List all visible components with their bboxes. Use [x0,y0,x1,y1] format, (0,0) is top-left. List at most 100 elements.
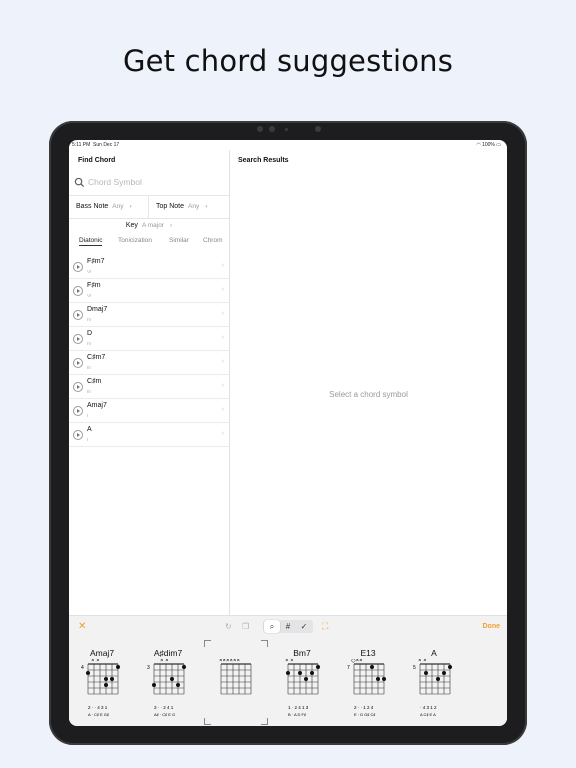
list-item[interactable]: Amaj7 I › [69,399,229,423]
chevron-right-icon: › [221,286,224,293]
suggestion-tabs: Diatonic Tonicization Similar Chrom [69,237,229,249]
list-item[interactable]: C♯m III › [69,375,229,399]
play-icon[interactable] [73,382,83,392]
chord-diagram-name: A [431,648,437,658]
search-bar[interactable]: Chord Symbol [74,176,224,190]
fingering: · 4 3 1 2 [420,705,437,710]
close-icon[interactable]: ✕ [78,621,86,632]
chord-diagram[interactable]: Bm7 × × 1 · 2 4 1 3 B · A D F♯ [279,648,325,721]
fingering: 3 · · 2 4 1 [154,705,174,710]
chord-diagram-empty[interactable]: ×××××× [212,648,258,721]
empty-state-text: Select a chord symbol [329,390,408,399]
chord-name: F♯m [87,282,101,289]
search-input[interactable]: Chord Symbol [88,177,142,187]
list-item[interactable]: D IV › [69,327,229,351]
chevron-right-icon: › [221,262,224,269]
key-value: A major [141,222,164,229]
svg-text:× ×: × × [418,659,427,664]
app-screen: 5:11 PM Sun Dec 17 ◠ 100% ▭ Find Chord C… [69,140,507,726]
chord-diagram-name: A♯dim7 [153,648,183,658]
chord-list: F♯m7 VI › F♯m VI › Dmaj7 IV › D IV › C♯m7 III › C♯… [69,255,229,447]
chord-tray: ✕ ↻ ❐ ⌕ # ✓ ⛶ Done Amaj7 4 × × 2 · · 4 3… [69,615,507,726]
play-icon[interactable] [73,406,83,416]
top-note-label: Top Note [156,203,185,210]
headline: Get chord suggestions [122,44,454,78]
chord-degree: IV [87,317,92,322]
fretboard: 3 × × 3 · · 2 4 1 A♯ · C♯ E G [147,659,186,717]
sidebar-title: Find Chord [78,157,116,164]
play-icon[interactable] [73,262,83,272]
svg-text:◇××: ◇×× [351,659,363,664]
divider [148,196,149,218]
chevron-right-icon: › [221,310,224,317]
camera-dot [285,128,288,131]
play-icon[interactable] [73,286,83,296]
search-icon[interactable]: ⌕ [264,620,280,633]
chord-degree: IV [87,341,92,346]
fretboard: ×××××× [219,659,252,695]
fullscreen-icon[interactable]: ⛶ [322,621,328,632]
list-item[interactable]: F♯m VI › [69,279,229,303]
selection-bracket [204,640,211,647]
list-item[interactable]: Dmaj7 IV › [69,303,229,327]
chevron-right-icon: › [221,358,224,365]
bass-note-filter[interactable]: Bass Note Any › [76,203,132,210]
play-icon[interactable] [73,334,83,344]
chord-degree: III [87,365,91,370]
selection-bracket [261,718,268,725]
chord-diagram-name: Amaj7 [89,648,115,658]
search-icon [74,177,85,188]
chevron-right-icon: › [205,203,208,210]
fret-number: 5 [413,665,416,671]
chord-diagram-name: E13 [360,648,376,658]
search-results-pane: Search Results Select a chord symbol [230,150,507,615]
chevron-right-icon: › [169,222,173,229]
tab-similar[interactable]: Similar [169,237,189,244]
camera-dot [257,126,263,132]
camera-dot [269,126,275,132]
checkmark-icon[interactable]: ✓ [296,620,312,633]
note-names: A C♯ E A [420,712,436,717]
key-selector[interactable]: Key A major › [69,222,229,229]
top-note-filter[interactable]: Top Note Any › [156,203,207,210]
undo-icon[interactable]: ↻ [225,622,232,631]
chord-degree: VI [87,269,92,274]
chevron-right-icon: › [221,334,224,341]
note-names: A · C♯ E G♯ [88,712,109,717]
copy-icon[interactable]: ❐ [242,622,249,631]
svg-text:× ×: × × [285,659,294,664]
chevron-right-icon: › [221,406,224,413]
chord-name: Dmaj7 [87,306,108,313]
chord-degree: I [87,413,89,418]
tab-diatonic[interactable]: Diatonic [79,237,103,246]
list-item[interactable]: C♯m7 III › [69,351,229,375]
chevron-right-icon: › [129,203,132,210]
status-date: Sun Dec 17 [93,142,120,148]
play-icon[interactable] [73,310,83,320]
list-item[interactable]: F♯m7 VI › [69,255,229,279]
play-icon[interactable] [73,358,83,368]
chord-degree: I [87,437,89,442]
top-note-value: Any [188,203,200,210]
sharp-icon[interactable]: # [280,620,296,633]
done-button[interactable]: Done [483,623,501,630]
tab-chromatic[interactable]: Chrom [203,237,223,244]
list-item[interactable]: A I › [69,423,229,447]
chord-diagram[interactable]: A♯dim7 3 × × 3 · · 2 4 1 A♯ · C♯ E G [145,648,191,721]
chord-diagram[interactable]: Amaj7 4 × × 2 · · 4 3 1 A · C♯ E G♯ [79,648,125,721]
fingering: 2 · · 1 2 4 [354,705,374,710]
chord-name: C♯m7 [87,354,106,361]
bass-note-value: Any [112,203,124,210]
camera-dot [315,126,321,132]
fret-number: 3 [147,665,150,671]
fretboard: × × 1 · 2 4 1 3 B · A D F♯ [285,659,320,717]
mode-segmented-control: ⌕ # ✓ [263,620,313,633]
results-title: Search Results [238,157,289,164]
fret-number: 7 [347,665,350,671]
tab-tonicization[interactable]: Tonicization [118,237,152,244]
chord-diagram[interactable]: E13 7 ◇×× 2 · · 1 2 4 E · D G♯ C♯ [345,648,391,721]
play-icon[interactable] [73,430,83,440]
chord-diagram[interactable]: A 5 × × · 4 3 1 2 A C♯ E A [411,648,457,721]
note-names: E · D G♯ C♯ [354,712,375,717]
selection-bracket [261,640,268,647]
